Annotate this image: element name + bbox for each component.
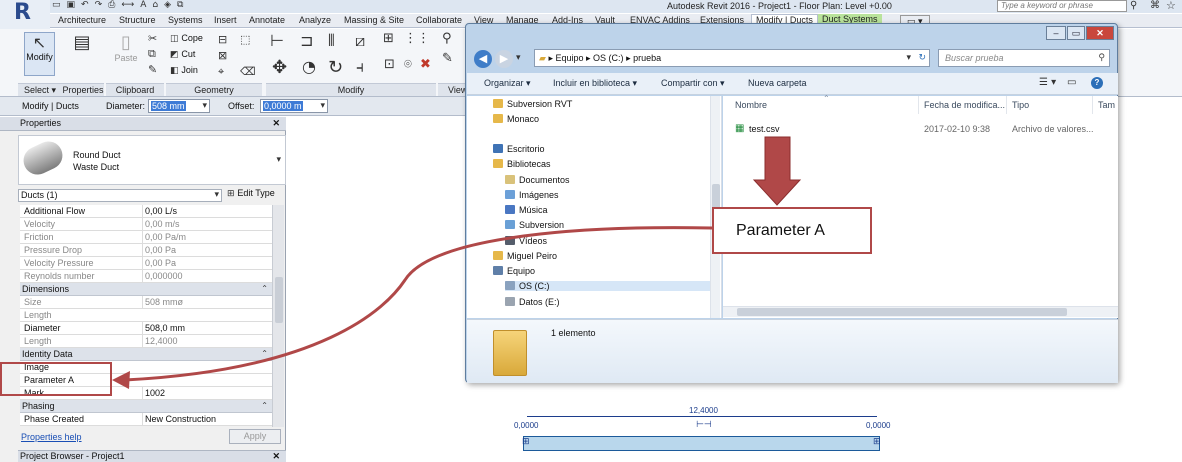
parameter-callout: Parameter A: [712, 207, 872, 254]
curved-arrow-line: [124, 226, 713, 382]
arrow-head-icon: [112, 371, 130, 389]
down-arrow-icon: [752, 136, 802, 206]
parameter-highlight-box: [0, 362, 112, 396]
annotation-overlay: [112, 136, 802, 389]
